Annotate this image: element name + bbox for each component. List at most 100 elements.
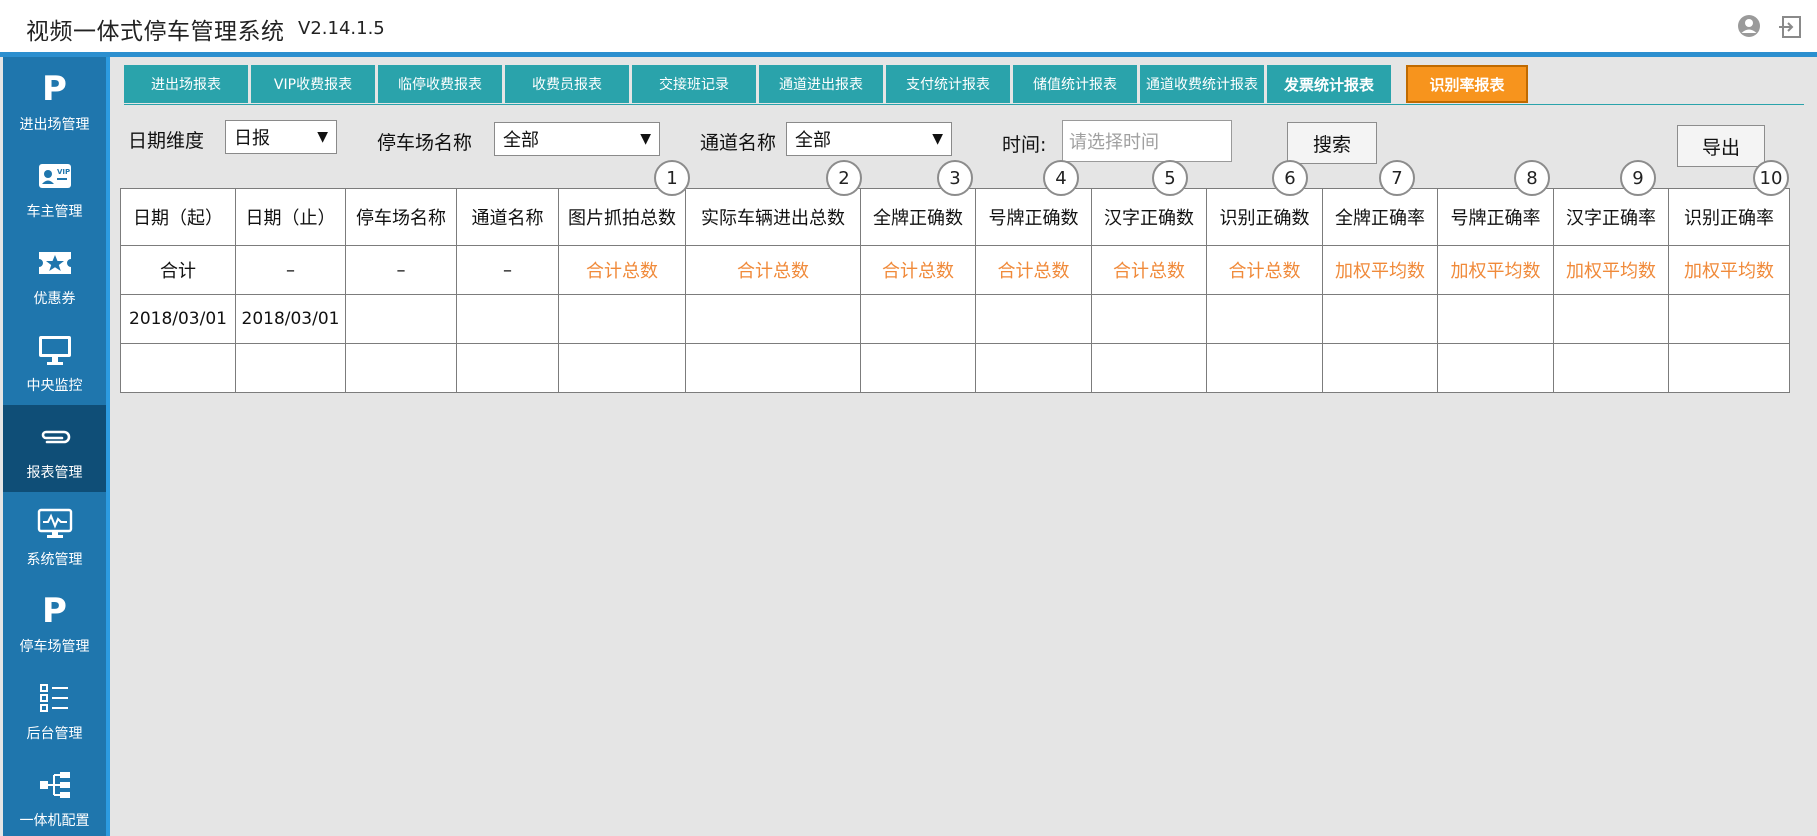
user-icon[interactable] [1737, 14, 1761, 38]
sidebar-item-owners[interactable]: VIP 车主管理 [3, 144, 106, 231]
dropdown-arrow-icon: ▼ [932, 131, 943, 147]
column-header: 汉字正确数 [1091, 188, 1207, 246]
annotation-marker: 10 [1753, 160, 1789, 196]
sidebar-item-parking-lot[interactable]: P 停车场管理 [3, 579, 106, 666]
table-cell: 合计总数 [1206, 245, 1323, 295]
sidebar-item-backend[interactable]: 后台管理 [3, 666, 106, 753]
table-cell [345, 343, 457, 393]
svg-text:VIP: VIP [57, 168, 70, 176]
column-header: 汉字正确率 [1553, 188, 1669, 246]
annotation-marker: 1 [654, 160, 690, 196]
time-label: 时间: [1002, 134, 1047, 156]
tab-channel-traffic-report[interactable]: 通道进出报表 [759, 65, 883, 103]
annotation-marker: 4 [1043, 160, 1079, 196]
column-header: 号牌正确率 [1437, 188, 1554, 246]
table-cell [235, 343, 346, 393]
annotation-marker: 7 [1379, 160, 1415, 196]
column-header: 日期（起） [120, 188, 236, 246]
parking-lot-label: 停车场名称 [377, 132, 473, 154]
system-monitor-icon [3, 506, 106, 542]
time-picker-input[interactable]: 请选择时间 [1062, 120, 1232, 162]
sidebar-item-coupons[interactable]: 优惠券 [3, 231, 106, 318]
column-header: 实际车辆进出总数 [685, 188, 861, 246]
dropdown-arrow-icon: ▼ [640, 131, 651, 147]
sidebar-item-entry-exit[interactable]: P 进出场管理 [3, 57, 106, 144]
sidebar-item-label: 中央监控 [26, 378, 83, 394]
tab-stored-value-report[interactable]: 储值统计报表 [1013, 65, 1137, 103]
table-cell: 2018/03/01 [235, 294, 346, 344]
date-dimension-label: 日期维度 [128, 130, 205, 152]
table-cell [975, 294, 1092, 344]
column-header: 全牌正确率 [1322, 188, 1438, 246]
column-header: 通道名称 [456, 188, 559, 246]
table-cell: – [456, 245, 559, 295]
recognition-rate-table: 日期（起） 日期（止） 停车场名称 通道名称 图片抓拍总数 实际车辆进出总数 全… [120, 188, 1790, 393]
tab-channel-fee-stats-report[interactable]: 通道收费统计报表 [1140, 65, 1264, 103]
table-cell: 加权平均数 [1668, 245, 1790, 295]
tab-payment-stats-report[interactable]: 支付统计报表 [886, 65, 1010, 103]
table-cell: 合计总数 [1091, 245, 1207, 295]
sidebar-item-central-monitor[interactable]: 中央监控 [3, 318, 106, 405]
table-cell [975, 343, 1092, 393]
parking-lot-value: 全部 [503, 130, 539, 151]
tab-recognition-rate-report[interactable]: 识别率报表 [1406, 65, 1528, 103]
table-cell [456, 343, 559, 393]
coupon-star-icon [3, 245, 106, 281]
annotation-marker: 6 [1272, 160, 1308, 196]
column-header: 识别正确率 [1668, 188, 1790, 246]
tab-cashier-report[interactable]: 收费员报表 [505, 65, 629, 103]
logout-icon[interactable] [1777, 14, 1803, 40]
channel-select[interactable]: 全部 ▼ [786, 122, 952, 156]
table-cell [685, 343, 861, 393]
annotation-marker: 2 [826, 160, 862, 196]
column-header: 图片抓拍总数 [558, 188, 686, 246]
app-title: 视频一体式停车管理系统 [26, 19, 285, 45]
sidebar-item-all-in-one-config[interactable]: 一体机配置 [3, 753, 106, 836]
tab-vip-fee-report[interactable]: VIP收费报表 [251, 65, 375, 103]
monitor-icon [3, 332, 106, 368]
app-header: 视频一体式停车管理系统 V2.14.1.5 [0, 0, 1817, 52]
table-cell [860, 343, 976, 393]
table-cell: – [345, 245, 457, 295]
table-cell: 合计 [120, 245, 236, 295]
annotation-marker: 8 [1514, 160, 1550, 196]
tab-temporary-fee-report[interactable]: 临停收费报表 [378, 65, 502, 103]
list-icon [3, 680, 106, 716]
table-cell: – [235, 245, 346, 295]
parking-lot-select[interactable]: 全部 ▼ [494, 122, 660, 156]
table-row: 2018/03/01 2018/03/01 [120, 294, 1790, 344]
network-tree-icon [3, 767, 106, 803]
table-cell [1322, 294, 1438, 344]
search-button[interactable]: 搜索 [1287, 122, 1377, 164]
sidebar-item-system[interactable]: 系统管理 [3, 492, 106, 579]
table-cell [120, 343, 236, 393]
parking-p-icon: P [42, 591, 67, 631]
column-header: 全牌正确数 [860, 188, 976, 246]
paperclip-icon [3, 419, 106, 455]
table-cell [1553, 343, 1669, 393]
table-row [120, 343, 1790, 393]
parking-p-icon: P [42, 69, 67, 109]
tab-entry-exit-report[interactable]: 进出场报表 [124, 65, 248, 103]
table-cell [558, 343, 686, 393]
date-dimension-select[interactable]: 日报 ▼ [225, 120, 337, 154]
table-cell [860, 294, 976, 344]
table-cell [1322, 343, 1438, 393]
tab-invoice-stats-report[interactable]: 发票统计报表 [1267, 65, 1391, 103]
table-cell [1553, 294, 1669, 344]
sidebar-item-label: 优惠券 [33, 291, 76, 307]
channel-label: 通道名称 [700, 132, 777, 154]
table-cell [1206, 294, 1323, 344]
sidebar-item-reports[interactable]: 报表管理 [3, 405, 106, 492]
column-header: 识别正确数 [1206, 188, 1323, 246]
sidebar: P 进出场管理 VIP 车主管理 优惠券 中央监控 报表管理 系统管理 P 停车… [3, 57, 106, 836]
date-dimension-value: 日报 [234, 128, 270, 149]
table-cell [1091, 343, 1207, 393]
tab-shift-handover-record[interactable]: 交接班记录 [632, 65, 756, 103]
dropdown-arrow-icon: ▼ [317, 129, 328, 145]
header-divider [0, 52, 1817, 57]
export-button[interactable]: 导出 [1677, 125, 1765, 167]
table-cell: 加权平均数 [1322, 245, 1438, 295]
table-cell [558, 294, 686, 344]
table-cell [1437, 343, 1554, 393]
